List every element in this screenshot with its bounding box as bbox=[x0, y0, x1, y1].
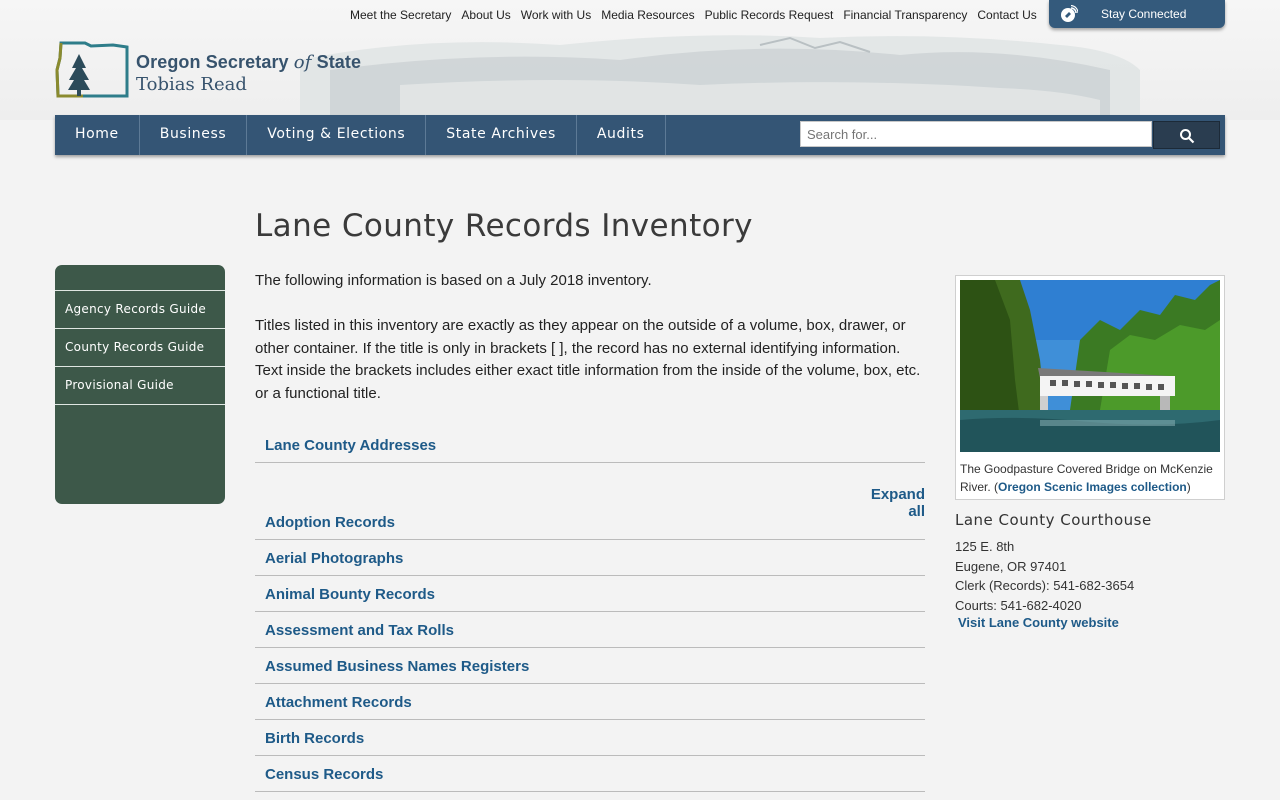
utility-link-media-resources[interactable]: Media Resources bbox=[596, 7, 699, 23]
sidebar-item-county-records-guide[interactable]: County Records Guide bbox=[55, 328, 225, 366]
main-nav: Home Business Voting & Elections State A… bbox=[55, 115, 1225, 155]
accordion-label: Lane County Addresses bbox=[265, 437, 437, 454]
stay-connected-label: Stay Connected bbox=[1101, 7, 1187, 21]
address-line: Eugene, OR 97401 bbox=[955, 558, 1067, 574]
sidebar: Agency Records Guide County Records Guid… bbox=[55, 265, 225, 504]
nav-item-business[interactable]: Business bbox=[140, 115, 248, 155]
accordion-label: Birth Records bbox=[265, 730, 365, 747]
accordion-item[interactable]: Animal Bounty Records bbox=[255, 576, 925, 612]
intro-paragraph-1: The following information is based on a … bbox=[255, 272, 652, 289]
official-name: Tobias Read bbox=[136, 74, 247, 95]
accordion-label: Census Records bbox=[265, 766, 384, 783]
accordion-addresses[interactable]: Lane County Addresses bbox=[255, 427, 925, 463]
utility-link-work-with-us[interactable]: Work with Us bbox=[516, 7, 596, 23]
intro-paragraph-2: Titles listed in this inventory are exac… bbox=[255, 317, 921, 402]
page-title: Lane County Records Inventory bbox=[255, 208, 753, 244]
accordion-label: Aerial Photographs bbox=[265, 550, 404, 567]
search-button[interactable] bbox=[1153, 121, 1220, 149]
courthouse-title: Lane County Courthouse bbox=[955, 511, 1152, 529]
site-logo[interactable]: Oregon Secretary of State Tobias Read bbox=[55, 40, 375, 102]
accordion-label: Adoption Records bbox=[265, 514, 395, 531]
accordion-item[interactable]: Adoption Records bbox=[255, 504, 925, 540]
accordion-item[interactable]: Aerial Photographs bbox=[255, 540, 925, 576]
photo-caption: The Goodpasture Covered Bridge on McKenz… bbox=[960, 462, 1213, 494]
clerk-phone: Clerk (Records): 541-682-3654 bbox=[955, 578, 1135, 593]
accordion-item[interactable]: Census Records bbox=[255, 756, 925, 792]
accordion-label: Assumed Business Names Registers bbox=[265, 658, 530, 675]
scenic-images-link[interactable]: Oregon Scenic Images collection bbox=[998, 480, 1187, 494]
utility-link-about-us[interactable]: About Us bbox=[456, 7, 515, 23]
address-line: 125 E. 8th bbox=[955, 539, 1015, 554]
utility-link-meet-secretary[interactable]: Meet the Secretary bbox=[345, 7, 456, 23]
courthouse-address: 125 E. 8th Eugene, OR 97401 Clerk (Recor… bbox=[955, 537, 1134, 615]
utility-link-contact-us[interactable]: Contact Us bbox=[972, 7, 1041, 23]
covered-bridge-photo bbox=[960, 280, 1220, 452]
records-accordion-list: Adoption Records Aerial Photographs Anim… bbox=[255, 504, 925, 792]
oregon-tree-logo-icon bbox=[55, 41, 129, 98]
courts-phone: Courts: 541-682-4020 bbox=[955, 597, 1082, 613]
accordion-label: Attachment Records bbox=[265, 694, 412, 711]
search-input[interactable] bbox=[800, 121, 1152, 147]
nav-item-audits[interactable]: Audits bbox=[577, 115, 666, 155]
broadcast-icon bbox=[1061, 5, 1078, 22]
courthouse-photo-card: The Goodpasture Covered Bridge on McKenz… bbox=[955, 275, 1225, 500]
nav-item-state-archives[interactable]: State Archives bbox=[426, 115, 577, 155]
sidebar-item-agency-records-guide[interactable]: Agency Records Guide bbox=[55, 290, 225, 328]
accordion-label: Assessment and Tax Rolls bbox=[265, 622, 454, 639]
utility-nav: Meet the Secretary About Us Work with Us… bbox=[345, 7, 1042, 23]
search-icon bbox=[1180, 129, 1195, 144]
nav-item-voting-elections[interactable]: Voting & Elections bbox=[247, 115, 427, 155]
stay-connected-button[interactable]: Stay Connected bbox=[1049, 0, 1225, 28]
sidebar-item-provisional-guide[interactable]: Provisional Guide bbox=[55, 366, 225, 405]
accordion-item[interactable]: Birth Records bbox=[255, 720, 925, 756]
org-name: Oregon Secretary of State bbox=[136, 52, 362, 73]
county-website-link[interactable]: Visit Lane County website bbox=[958, 615, 1119, 630]
accordion-item[interactable]: Attachment Records bbox=[255, 684, 925, 720]
utility-link-public-records[interactable]: Public Records Request bbox=[700, 7, 839, 23]
accordion-item[interactable]: Assumed Business Names Registers bbox=[255, 648, 925, 684]
utility-link-financial-transparency[interactable]: Financial Transparency bbox=[838, 7, 972, 23]
nav-item-home[interactable]: Home bbox=[55, 115, 140, 155]
accordion-label: Animal Bounty Records bbox=[265, 586, 436, 603]
accordion-item[interactable]: Assessment and Tax Rolls bbox=[255, 612, 925, 648]
